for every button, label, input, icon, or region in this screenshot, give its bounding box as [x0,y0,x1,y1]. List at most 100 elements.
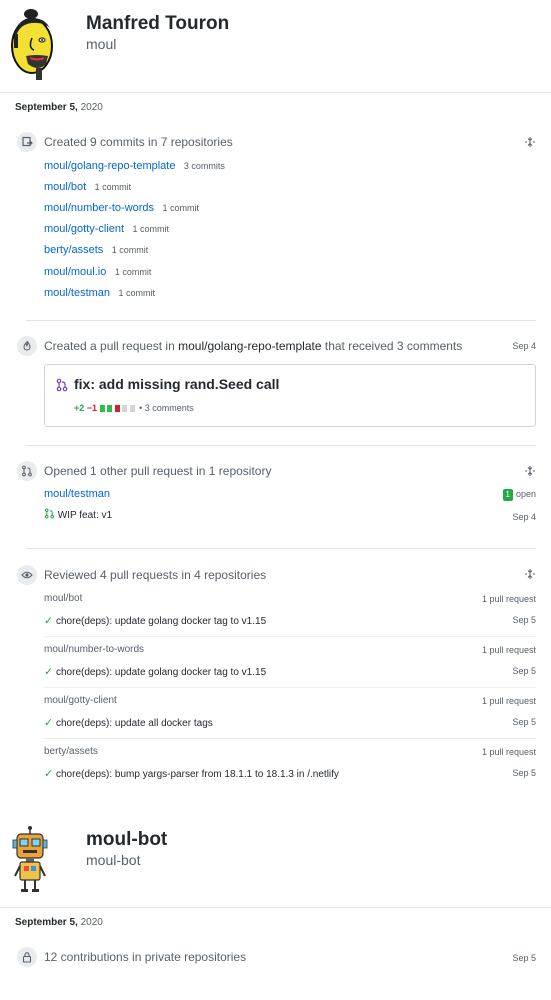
date-heading: September 5, 2020 [15,102,103,113]
commit-repo-link[interactable]: moul/golang-repo-template [44,160,175,172]
review-pr-title[interactable]: ✓ chore(deps): update golang docker tag … [44,614,266,627]
section-divider [26,548,536,549]
review-date: Sep 5 [512,768,536,778]
section-divider [26,320,536,321]
user-login[interactable]: moul [86,36,116,52]
commit-repo-row: moul/gotty-client 1 commit [44,219,169,237]
pr-card[interactable]: fix: add missing rand.Seed call +2 −1 • … [44,364,536,427]
review-pr-label[interactable]: chore(deps): update all docker tags [56,718,213,729]
date-year: 2020 [80,917,103,928]
pr-repo-link[interactable]: moul/golang-repo-template [178,339,321,353]
review-divider [44,687,536,688]
pr-additions: +2 [74,403,85,413]
review-date: Sep 5 [512,615,536,625]
opened-summary: Opened 1 other pull request in 1 reposit… [44,464,272,478]
fold-icon[interactable] [524,136,536,148]
review-date: Sep 5 [512,717,536,727]
check-icon: ✓ [44,768,54,780]
review-repo-link[interactable]: berty/assets [44,746,98,757]
commit-repo-row: berty/assets 1 commit [44,240,148,258]
review-pr-title[interactable]: ✓ chore(deps): bump yargs-parser from 18… [44,767,339,780]
check-icon: ✓ [44,666,54,678]
eye-icon [21,571,33,579]
review-repo-link[interactable]: moul/number-to-words [44,644,144,655]
pr-summary: Created a pull request in moul/golang-re… [44,339,462,353]
date-heading: September 5, 2020 [15,917,103,928]
review-pr-title[interactable]: ✓ chore(deps): update all docker tags [44,716,213,729]
commits-summary: Created 9 commits in 7 repositories [44,135,233,149]
user-display-name[interactable]: Manfred Touron [86,13,229,35]
pull-request-icon [56,378,68,392]
pr-badge [17,336,37,356]
commit-repo-row: moul/moul.io 1 commit [44,262,151,280]
diffstat-block [122,405,128,412]
pr-card-title[interactable]: fix: add missing rand.Seed call [74,376,279,392]
commit-count: 1 commit [114,267,152,277]
private-date: Sep 5 [512,953,536,963]
review-pr-label[interactable]: chore(deps): update golang docker tag to… [56,667,266,678]
commit-repo-row: moul/number-to-words 1 commit [44,198,199,216]
open-count-badge: 1 open [502,489,536,501]
commit-count: 3 commits [183,161,225,171]
diffstat-bar [99,404,135,414]
review-pr-label[interactable]: chore(deps): bump yargs-parser from 18.1… [56,769,339,780]
commit-count: 1 commit [118,288,155,298]
opened-repo-link[interactable]: moul/testman [44,488,110,500]
opened-pr-date: Sep 4 [512,512,536,522]
commit-repo-link[interactable]: moul/number-to-words [44,202,154,214]
commit-repo-row: moul/bot 1 commit [44,177,131,195]
review-divider [44,636,536,637]
lock-icon [22,952,32,963]
review-count: 1 pull request [481,747,536,757]
review-repo-link[interactable]: moul/bot [44,593,82,604]
bot-display-name[interactable]: moul-bot [86,829,167,851]
repo-push-icon [22,136,33,147]
reviewed-badge [17,565,37,585]
pr-deletions: −1 [86,403,98,413]
date-year: 2020 [80,102,103,113]
pr-comment-count: • 3 comments [139,403,194,413]
diffstat-block [129,405,135,412]
review-count: 1 pull request [481,594,536,604]
review-repo-link[interactable]: moul/gotty-client [44,695,117,706]
section-divider [26,445,536,446]
review-pr-label[interactable]: chore(deps): update golang docker tag to… [56,616,266,627]
opened-pr-title[interactable]: WIP feat: v1 [58,510,112,521]
review-date: Sep 5 [512,666,536,676]
open-count: 1 [502,489,513,501]
commit-repo-link[interactable]: moul/gotty-client [44,223,124,235]
opened-pr-row[interactable]: WIP feat: v1 [44,508,112,521]
pr-date: Sep 4 [512,341,536,351]
date-label: September 5, [15,917,78,928]
commit-repo-row: moul/golang-repo-template 3 commits [44,156,225,174]
diffstat-block [99,405,105,412]
flame-icon [23,340,31,351]
review-pr-title[interactable]: ✓ chore(deps): update golang docker tag … [44,665,266,678]
commit-repo-link[interactable]: moul/moul.io [44,266,106,278]
diffstat-block [107,405,113,412]
pr-stats: +2 −1 • 3 comments [74,403,194,414]
header-divider [0,92,551,93]
review-count: 1 pull request [481,696,536,706]
diffstat-block [114,405,120,412]
commit-badge [17,132,37,152]
fold-icon[interactable] [524,568,536,580]
bot-login[interactable]: moul-bot [86,852,140,868]
git-pull-request-icon [22,465,32,477]
open-label: open [515,489,536,499]
commit-repo-link[interactable]: moul/bot [44,181,86,193]
pr-summary-pre: Created a pull request in [44,339,175,353]
review-count: 1 pull request [481,645,536,655]
commit-count: 1 commit [162,203,200,213]
commit-count: 1 commit [132,224,170,234]
commit-repo-link[interactable]: berty/assets [44,244,103,256]
avatar-manfred[interactable] [8,6,58,82]
date-label: September 5, [15,102,78,113]
fold-icon[interactable] [524,465,536,477]
header-divider [0,907,551,908]
check-icon: ✓ [44,717,54,729]
review-divider [44,738,536,739]
avatar-moul-bot[interactable] [12,826,48,894]
git-pull-request-icon [44,508,55,519]
commit-repo-link[interactable]: moul/testman [44,287,110,299]
